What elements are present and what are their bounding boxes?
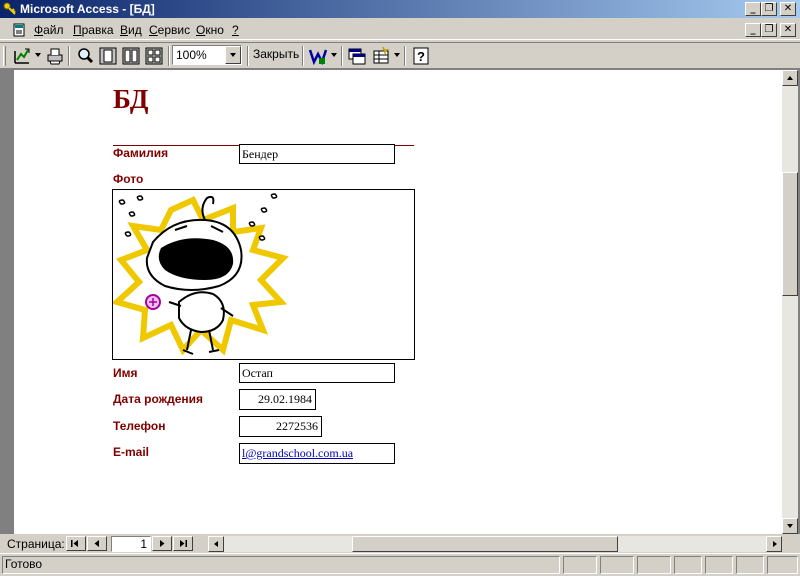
office-links-icon[interactable] [308, 46, 328, 66]
name-field: Остап [239, 363, 395, 383]
birthdate-label: Дата рождения [113, 392, 204, 406]
phone-field: 2272536 [239, 416, 322, 437]
menu-tools[interactable]: Сервис [149, 23, 190, 37]
svg-text:?: ? [417, 49, 425, 64]
help-icon[interactable]: ? [411, 46, 431, 66]
page-number-input[interactable]: 1 [111, 536, 151, 552]
next-page-button[interactable] [152, 536, 172, 551]
zoom-dropdown-button[interactable] [225, 46, 241, 64]
toolbar-separator [404, 46, 406, 66]
scroll-down-button[interactable] [782, 518, 798, 534]
toolbar-separator [247, 46, 249, 66]
toolbar-grip[interactable] [3, 46, 6, 66]
page-nav-label: Страница: [7, 537, 65, 551]
menu-window[interactable]: Окно [196, 23, 224, 37]
birthdate-field: 29.02.1984 [239, 389, 316, 410]
view-design-icon[interactable] [12, 46, 32, 66]
last-page-button[interactable] [173, 536, 193, 551]
new-object-dropdown-arrow[interactable] [394, 53, 400, 57]
email-link[interactable]: l@grandschool.com.ua [242, 446, 353, 460]
first-page-icon [71, 540, 78, 547]
status-indicator-pane [600, 556, 634, 574]
one-page-icon[interactable] [98, 46, 118, 66]
status-indicator-pane [563, 556, 597, 574]
menu-bar: Файл Правка Вид Сервис Окно ? _ ❐ ✕ [0, 20, 800, 40]
surname-label: Фамилия [113, 146, 169, 160]
crying-baby-clipart [110, 193, 289, 356]
print-icon[interactable] [45, 46, 65, 66]
toolbar-separator [68, 46, 70, 66]
report-document-icon[interactable] [12, 23, 26, 37]
toolbar-separator [341, 46, 343, 66]
scroll-left-button[interactable] [208, 536, 224, 552]
email-label: E-mail [113, 445, 150, 459]
report-title: БД [113, 84, 149, 114]
menu-file[interactable]: Файл [34, 23, 64, 37]
status-indicator-pane [736, 556, 764, 574]
access-key-icon [3, 2, 16, 15]
horizontal-scroll-thumb[interactable] [352, 536, 618, 552]
status-indicator-pane [637, 556, 671, 574]
database-window-icon[interactable] [347, 46, 367, 66]
menu-help[interactable]: ? [232, 23, 239, 37]
status-indicator-pane [674, 556, 702, 574]
vertical-scrollbar[interactable] [782, 70, 798, 534]
menu-view[interactable]: Вид [120, 23, 142, 37]
zoom-value: 100% [176, 48, 207, 62]
toolbar-separator [302, 46, 304, 66]
status-indicator-pane [705, 556, 733, 574]
phone-label: Телефон [113, 419, 166, 433]
photo-label: Фото [113, 172, 144, 186]
vertical-scroll-thumb[interactable] [782, 172, 798, 296]
status-main-pane [2, 556, 560, 574]
title-bar: Microsoft Access - [БД] _ ❐ ✕ [0, 0, 800, 18]
minimize-button[interactable]: _ [745, 2, 761, 16]
zoom-select[interactable]: 100% [172, 45, 242, 65]
last-page-icon [180, 540, 187, 547]
scroll-right-button[interactable] [766, 536, 782, 552]
status-indicator-pane [767, 556, 798, 574]
view-dropdown-arrow[interactable] [35, 53, 41, 57]
email-field: l@grandschool.com.ua [239, 443, 395, 464]
first-page-button[interactable] [66, 536, 86, 551]
surname-field: Бендер [239, 144, 395, 164]
toolbar-separator [168, 46, 170, 66]
restore-button[interactable]: ❐ [761, 2, 777, 16]
office-links-dropdown-arrow[interactable] [331, 53, 337, 57]
doc-minimize-button[interactable]: _ [745, 23, 761, 37]
status-text: Готово [5, 557, 43, 571]
next-page-icon [160, 540, 165, 547]
previous-page-button[interactable] [87, 536, 107, 551]
print-preview-toolbar: ? [0, 42, 800, 68]
previous-page-icon [94, 540, 99, 547]
photo-frame [110, 189, 415, 360]
doc-restore-button[interactable]: ❐ [761, 23, 777, 37]
doc-close-button[interactable]: ✕ [780, 23, 796, 37]
close-preview-button[interactable]: Закрыть [253, 47, 299, 61]
name-label: Имя [113, 366, 138, 380]
close-window-button[interactable]: ✕ [780, 2, 796, 16]
scroll-up-button[interactable] [782, 70, 798, 86]
window-title: Microsoft Access - [БД] [20, 2, 155, 16]
two-pages-icon[interactable] [121, 46, 141, 66]
menu-edit[interactable]: Правка [73, 23, 114, 37]
multiple-pages-icon[interactable] [144, 46, 164, 66]
zoom-icon[interactable] [75, 46, 95, 66]
new-object-icon[interactable] [371, 46, 391, 66]
